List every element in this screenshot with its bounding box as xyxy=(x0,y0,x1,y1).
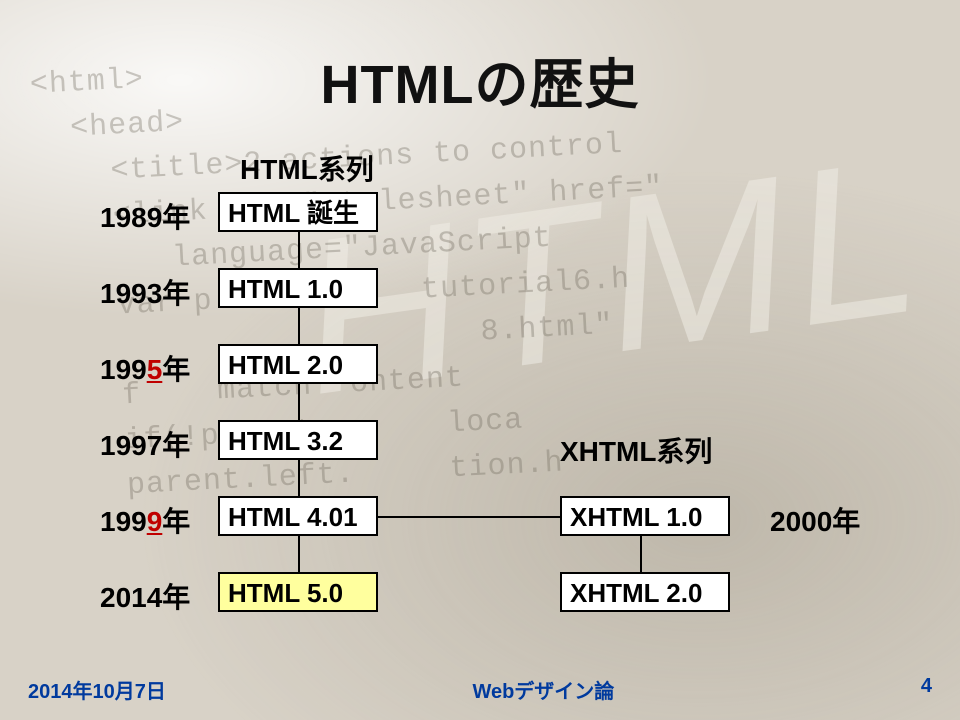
year-1989: 1989年 xyxy=(100,196,190,236)
year-1999-a: 199 xyxy=(100,506,147,537)
node-html-2-0: HTML 2.0 xyxy=(218,344,378,384)
node-html-4-01: HTML 4.01 xyxy=(218,496,378,536)
year-1997: 1997年 xyxy=(100,424,190,464)
year-1995-a: 199 xyxy=(100,354,147,385)
year-1995-highlight: 5 xyxy=(147,354,163,385)
bg-watermark: HTML xyxy=(285,108,937,445)
year-1999-c: 年 xyxy=(162,506,190,537)
year-1999-highlight: 9 xyxy=(147,506,163,537)
slide-footer: 2014年10月7日 Webデザイン論 4 xyxy=(0,675,960,704)
branch-label-xhtml: XHTML系列 xyxy=(560,430,712,470)
node-html-1-0: HTML 1.0 xyxy=(218,268,378,308)
node-xhtml-1-0: XHTML 1.0 xyxy=(560,496,730,536)
year-1995: 1995年 xyxy=(100,348,190,388)
node-html-birth: HTML 誕生 xyxy=(218,192,378,232)
year-1993: 1993年 xyxy=(100,272,190,312)
footer-date: 2014年10月7日 xyxy=(28,675,166,704)
connector-to-xhtml xyxy=(378,516,560,518)
node-html-5-0: HTML 5.0 xyxy=(218,572,378,612)
year-1995-c: 年 xyxy=(162,354,190,385)
node-xhtml-2-0: XHTML 2.0 xyxy=(560,572,730,612)
footer-page-number: 4 xyxy=(921,675,932,704)
slide-title: HTMLの歴史 xyxy=(0,40,960,119)
branch-label-html: HTML系列 xyxy=(240,148,374,188)
node-html-3-2: HTML 3.2 xyxy=(218,420,378,460)
year-1999: 1999年 xyxy=(100,500,190,540)
year-2000: 2000年 xyxy=(770,500,860,540)
year-2014: 2014年 xyxy=(100,576,190,616)
footer-course: Webデザイン論 xyxy=(472,675,614,704)
